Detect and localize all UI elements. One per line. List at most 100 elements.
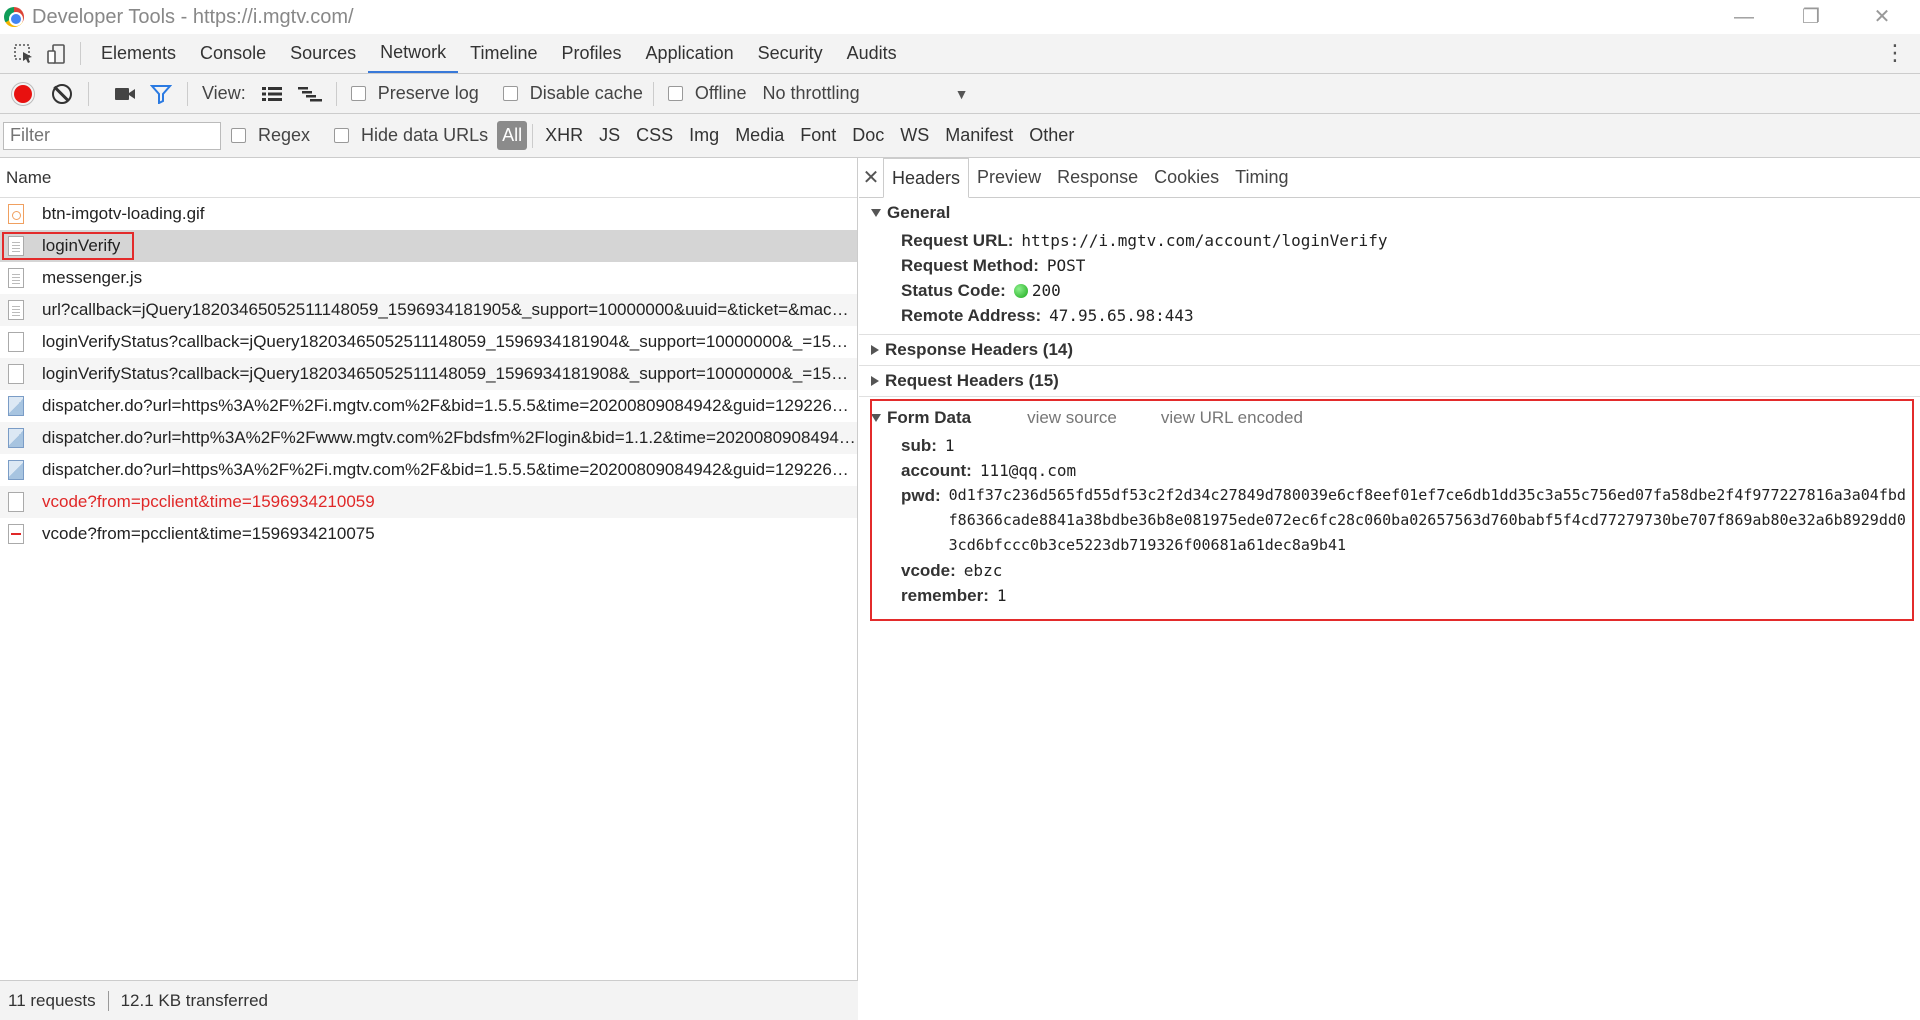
response-headers-section: Response Headers (14) bbox=[859, 335, 1920, 366]
request-row[interactable]: loginVerify bbox=[0, 230, 857, 262]
request-row[interactable]: vcode?from=pcclient&time=1596934210059 bbox=[0, 486, 857, 518]
tab-application[interactable]: Application bbox=[634, 34, 746, 73]
toolbar-divider bbox=[335, 81, 337, 106]
request-name: url?callback=jQuery18203465052511148059_… bbox=[42, 300, 857, 319]
field-key: Request URL: bbox=[901, 231, 1014, 250]
request-headers-header[interactable]: Request Headers (15) bbox=[859, 366, 1920, 396]
checkbox-box[interactable] bbox=[502, 86, 518, 101]
tab-cookies[interactable]: Cookies bbox=[1146, 158, 1227, 197]
request-row[interactable]: dispatcher.do?url=https%3A%2F%2Fi.mgtv.c… bbox=[0, 454, 857, 486]
hide-data-urls-checkbox[interactable]: Hide data URLs bbox=[334, 125, 488, 146]
more-options-icon[interactable]: ⋮ bbox=[1884, 42, 1906, 64]
tab-elements[interactable]: Elements bbox=[89, 34, 188, 73]
request-row[interactable]: messenger.js bbox=[0, 262, 857, 294]
request-method-row: Request Method: POST bbox=[859, 253, 1920, 278]
selected-row-highlight-box bbox=[2, 232, 134, 260]
request-row[interactable]: vcode?from=pcclient&time=1596934210075 bbox=[0, 518, 857, 550]
toolbar-divider bbox=[88, 81, 89, 106]
type-filter-manifest[interactable]: Manifest bbox=[938, 123, 1020, 148]
general-header[interactable]: General bbox=[859, 198, 1920, 228]
regex-label: Regex bbox=[258, 125, 311, 145]
throttling-select[interactable]: No throttling ▼ bbox=[763, 83, 969, 104]
detail-tabbar: ✕ Headers Preview Response Cookies Timin… bbox=[859, 158, 1920, 198]
disable-cache-checkbox[interactable]: Disable cache bbox=[502, 83, 643, 104]
name-column-header[interactable]: Name bbox=[0, 158, 857, 198]
file-img-icon bbox=[8, 396, 24, 416]
type-filter-js[interactable]: JS bbox=[592, 123, 627, 148]
overview-waterfall-icon[interactable] bbox=[294, 86, 326, 102]
checkbox-box[interactable] bbox=[231, 128, 246, 143]
file-blank-icon bbox=[8, 332, 24, 352]
regex-checkbox[interactable]: Regex bbox=[231, 125, 310, 146]
response-headers-header[interactable]: Response Headers (14) bbox=[859, 335, 1920, 365]
field-value: 47.95.65.98:443 bbox=[1049, 306, 1194, 325]
preserve-log-label: Preserve log bbox=[377, 83, 479, 103]
close-window-icon[interactable]: ✕ bbox=[1868, 4, 1896, 30]
tab-audits[interactable]: Audits bbox=[835, 34, 909, 73]
request-headers-section: Request Headers (15) bbox=[859, 366, 1920, 397]
restore-icon[interactable]: ❐ bbox=[1797, 4, 1825, 30]
type-filter-doc[interactable]: Doc bbox=[845, 123, 891, 148]
tab-preview[interactable]: Preview bbox=[969, 158, 1049, 197]
filter-icon[interactable] bbox=[145, 84, 177, 104]
status-ok-icon bbox=[1013, 284, 1028, 298]
type-filter-all[interactable]: All bbox=[497, 121, 528, 150]
request-list-pane: Name btn-imgotv-loading.gif loginVerify me… bbox=[0, 158, 858, 980]
type-filter-css[interactable]: CSS bbox=[629, 123, 680, 148]
form-data-highlight-box bbox=[870, 399, 1914, 621]
toolbar-divider bbox=[80, 42, 81, 65]
network-status-bar: 11 requests 12.1 KB transferred bbox=[0, 980, 858, 1020]
tab-security[interactable]: Security bbox=[746, 34, 835, 73]
capture-screenshots-icon[interactable] bbox=[109, 86, 141, 102]
request-row[interactable]: loginVerifyStatus?callback=jQuery1820346… bbox=[0, 358, 857, 390]
request-row[interactable]: url?callback=jQuery18203465052511148059_… bbox=[0, 294, 857, 326]
request-name: messenger.js bbox=[42, 268, 143, 287]
close-detail-icon[interactable]: ✕ bbox=[859, 158, 883, 197]
request-row[interactable]: btn-imgotv-loading.gif bbox=[0, 198, 857, 230]
type-filter-media[interactable]: Media bbox=[728, 123, 791, 148]
transferred-size: 12.1 KB transferred bbox=[120, 990, 268, 1010]
type-filter-xhr[interactable]: XHR bbox=[538, 123, 590, 148]
file-gif-icon bbox=[8, 204, 24, 224]
checkbox-box[interactable] bbox=[334, 128, 350, 143]
dropdown-arrow-icon: ▼ bbox=[954, 85, 969, 102]
checkbox-box[interactable] bbox=[667, 86, 683, 101]
request-name: vcode?from=pcclient&time=1596934210075 bbox=[42, 524, 375, 543]
offline-label: Offline bbox=[694, 83, 747, 103]
tab-timeline[interactable]: Timeline bbox=[458, 34, 549, 73]
type-filter-other[interactable]: Other bbox=[1022, 123, 1081, 148]
minimize-icon[interactable]: — bbox=[1730, 4, 1758, 30]
request-row[interactable]: dispatcher.do?url=https%3A%2F%2Fi.mgtv.c… bbox=[0, 390, 857, 422]
request-count: 11 requests bbox=[8, 990, 96, 1010]
tab-timing[interactable]: Timing bbox=[1227, 158, 1296, 197]
inspect-element-icon[interactable] bbox=[8, 34, 40, 73]
field-key: Request Method: bbox=[901, 256, 1039, 275]
device-mode-icon[interactable] bbox=[40, 34, 72, 73]
toolbar-divider bbox=[532, 123, 534, 148]
request-row[interactable]: loginVerifyStatus?callback=jQuery1820346… bbox=[0, 326, 857, 358]
clear-icon[interactable] bbox=[52, 83, 72, 104]
large-rows-icon[interactable] bbox=[256, 86, 288, 102]
tab-network[interactable]: Network bbox=[368, 34, 459, 73]
offline-checkbox[interactable]: Offline bbox=[667, 83, 747, 104]
tab-console[interactable]: Console bbox=[188, 34, 278, 73]
tab-sources[interactable]: Sources bbox=[278, 34, 368, 73]
general-title: General bbox=[887, 203, 951, 222]
status-divider bbox=[107, 990, 109, 1011]
request-row[interactable]: dispatcher.do?url=http%3A%2F%2Fwww.mgtv.… bbox=[0, 422, 857, 454]
request-list: btn-imgotv-loading.gif loginVerify messeng… bbox=[0, 198, 857, 550]
field-key: Remote Address: bbox=[901, 306, 1042, 325]
record-button[interactable] bbox=[14, 84, 32, 103]
general-section: General Request URL: https://i.mgtv.com/a… bbox=[859, 198, 1920, 335]
request-name: loginVerifyStatus?callback=jQuery1820346… bbox=[42, 332, 857, 351]
type-filter-font[interactable]: Font bbox=[793, 123, 843, 148]
type-filter-ws[interactable]: WS bbox=[893, 123, 936, 148]
tab-headers[interactable]: Headers bbox=[883, 158, 970, 198]
checkbox-box[interactable] bbox=[350, 86, 366, 101]
filter-input[interactable] bbox=[3, 121, 221, 150]
request-name: dispatcher.do?url=https%3A%2F%2Fi.mgtv.c… bbox=[42, 460, 857, 479]
type-filter-img[interactable]: Img bbox=[682, 123, 726, 148]
preserve-log-checkbox[interactable]: Preserve log bbox=[350, 83, 479, 104]
tab-response[interactable]: Response bbox=[1049, 158, 1146, 197]
tab-profiles[interactable]: Profiles bbox=[550, 34, 634, 73]
